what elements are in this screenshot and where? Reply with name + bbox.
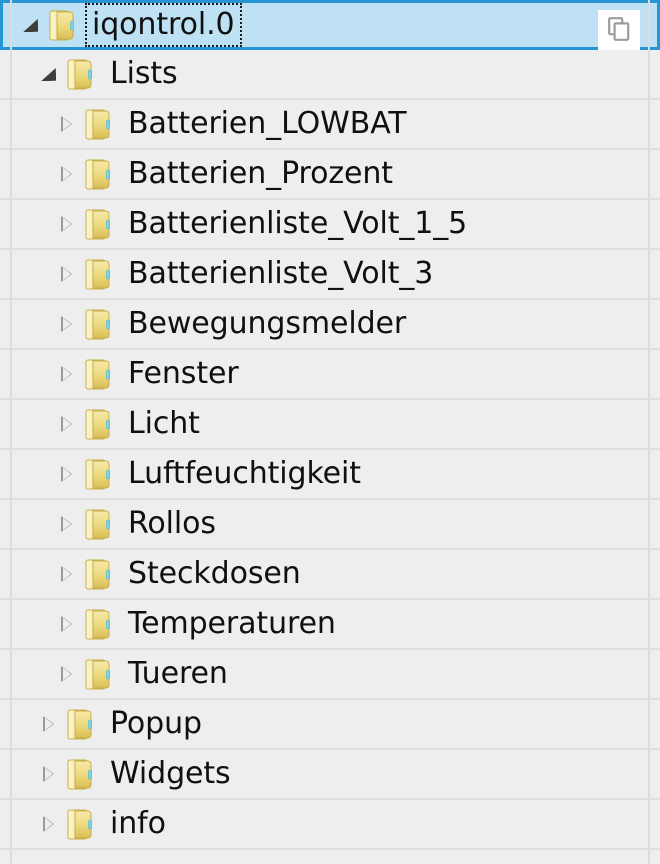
- tree-row-label[interactable]: Luftfeuchtigkeit: [128, 459, 361, 489]
- folder-icon: [66, 58, 96, 90]
- collapsed-triangle: [42, 816, 54, 832]
- object-tree-panel: iqontrol.0 Lists Batterien_LOWBAT Batterien…: [0, 0, 660, 864]
- tree-row-label[interactable]: Popup: [110, 709, 202, 739]
- tree-row[interactable]: Batterienliste_Volt_3: [0, 250, 660, 300]
- tree-row[interactable]: Temperaturen: [0, 600, 660, 650]
- tree-row[interactable]: Batterienliste_Volt_1_5: [0, 200, 660, 250]
- tree-row[interactable]: Batterien_LOWBAT: [0, 100, 660, 150]
- collapsed-triangle: [60, 516, 72, 532]
- collapsed-triangle: [42, 716, 54, 732]
- folder-icon: [84, 508, 114, 540]
- folder-icon: [84, 108, 114, 140]
- folder-icon: [84, 208, 114, 240]
- chevron-right-icon[interactable]: [54, 499, 78, 549]
- tree-row-label[interactable]: Fenster: [128, 359, 239, 389]
- tree-row[interactable]: Widgets: [0, 750, 660, 800]
- tree-row-label[interactable]: Batterienliste_Volt_3: [128, 259, 433, 289]
- chevron-down-icon[interactable]: [36, 49, 60, 99]
- tree-row[interactable]: Bewegungsmelder: [0, 300, 660, 350]
- folder-icon: [84, 358, 114, 390]
- chevron-right-icon[interactable]: [54, 549, 78, 599]
- object-tree: iqontrol.0 Lists Batterien_LOWBAT Batterien…: [0, 0, 660, 864]
- folder-icon: [84, 658, 114, 690]
- collapsed-triangle: [60, 616, 72, 632]
- tree-row[interactable]: Tueren: [0, 650, 660, 700]
- chevron-right-icon[interactable]: [54, 249, 78, 299]
- tree-row-label[interactable]: Rollos: [128, 509, 216, 539]
- tree-row-label[interactable]: Batterien_Prozent: [128, 159, 393, 189]
- collapsed-triangle: [60, 416, 72, 432]
- folder-icon: [66, 708, 96, 740]
- tree-row-label[interactable]: iqontrol.0: [85, 3, 242, 47]
- folder-icon: [84, 608, 114, 640]
- chevron-right-icon[interactable]: [54, 349, 78, 399]
- copy-button[interactable]: [598, 10, 640, 50]
- tree-row-label[interactable]: Bewegungsmelder: [128, 309, 406, 339]
- folder-icon: [66, 758, 96, 790]
- folder-icon: [84, 558, 114, 590]
- chevron-right-icon[interactable]: [36, 749, 60, 799]
- collapsed-triangle: [60, 566, 72, 582]
- tree-row-label[interactable]: Widgets: [110, 759, 231, 789]
- tree-row-label[interactable]: Temperaturen: [128, 609, 336, 639]
- tree-row[interactable]: Rollos: [0, 500, 660, 550]
- tree-row[interactable]: Lists: [0, 50, 660, 100]
- tree-row[interactable]: Luftfeuchtigkeit: [0, 450, 660, 500]
- tree-row-label[interactable]: Steckdosen: [128, 559, 301, 589]
- chevron-right-icon[interactable]: [54, 649, 78, 699]
- tree-row[interactable]: iqontrol.0: [0, 0, 660, 50]
- chevron-right-icon[interactable]: [54, 199, 78, 249]
- tree-row[interactable]: Fenster: [0, 350, 660, 400]
- tree-row[interactable]: Licht: [0, 400, 660, 450]
- tree-row[interactable]: Steckdosen: [0, 550, 660, 600]
- chevron-right-icon[interactable]: [54, 599, 78, 649]
- chevron-right-icon[interactable]: [54, 99, 78, 149]
- folder-icon: [48, 9, 78, 41]
- folder-icon: [84, 158, 114, 190]
- chevron-right-icon[interactable]: [54, 299, 78, 349]
- chevron-right-icon[interactable]: [54, 149, 78, 199]
- tree-row-label[interactable]: Batterien_LOWBAT: [128, 109, 407, 139]
- collapsed-triangle: [60, 266, 72, 282]
- collapsed-triangle: [42, 766, 54, 782]
- collapsed-triangle: [60, 216, 72, 232]
- copy-icon: [608, 16, 630, 44]
- tree-row-label[interactable]: Licht: [128, 409, 200, 439]
- folder-icon: [84, 258, 114, 290]
- tree-row-label[interactable]: Tueren: [128, 659, 228, 689]
- collapsed-triangle: [60, 116, 72, 132]
- tree-row-label[interactable]: info: [110, 809, 166, 839]
- folder-icon: [84, 408, 114, 440]
- chevron-right-icon[interactable]: [54, 449, 78, 499]
- folder-icon: [66, 808, 96, 840]
- tree-row-label[interactable]: Batterienliste_Volt_1_5: [128, 209, 467, 239]
- collapsed-triangle: [60, 466, 72, 482]
- tree-row-label[interactable]: Lists: [110, 59, 178, 89]
- collapsed-triangle: [60, 316, 72, 332]
- tree-row[interactable]: Popup: [0, 700, 660, 750]
- chevron-down-icon[interactable]: [18, 0, 42, 50]
- tree-row[interactable]: Batterien_Prozent: [0, 150, 660, 200]
- tree-row[interactable]: info: [0, 800, 660, 850]
- collapsed-triangle: [60, 666, 72, 682]
- collapsed-triangle: [60, 366, 72, 382]
- chevron-right-icon[interactable]: [36, 799, 60, 849]
- folder-icon: [84, 308, 114, 340]
- folder-icon: [84, 458, 114, 490]
- expanded-triangle: [22, 18, 37, 31]
- expanded-triangle: [40, 67, 55, 80]
- chevron-right-icon[interactable]: [36, 699, 60, 749]
- chevron-right-icon[interactable]: [54, 399, 78, 449]
- collapsed-triangle: [60, 166, 72, 182]
